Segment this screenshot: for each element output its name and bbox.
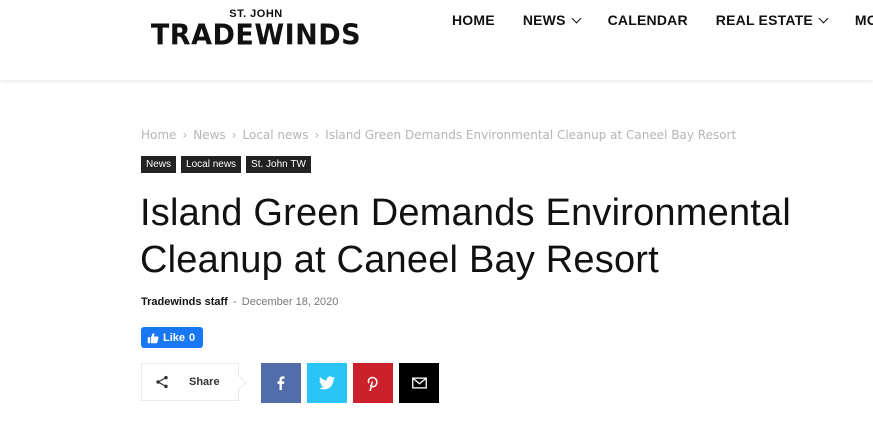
- article-page: Home › News › Local news › Island Green Demand…: [0, 80, 873, 428]
- share-icon: [156, 375, 168, 389]
- nav-item-more[interactable]: MOR: [841, 12, 873, 28]
- twitter-icon: [319, 376, 335, 390]
- breadcrumb-separator: ›: [182, 128, 188, 142]
- article-title-line2: Cleanup at Caneel Bay Resort: [140, 239, 659, 281]
- share-label: Share: [189, 376, 220, 388]
- article-title: Island Green Demands Environmental Clean…: [140, 190, 860, 284]
- share-twitter-button[interactable]: [307, 363, 347, 403]
- site-logo[interactable]: ST. JOHN TRADEWINDS: [147, 6, 365, 54]
- nav-item-calendar[interactable]: CALENDAR: [594, 12, 702, 28]
- breadcrumb-home[interactable]: Home: [141, 128, 176, 142]
- article-meta: Tradewinds staff - December 18, 2020: [141, 295, 338, 308]
- nav-item-label: CALENDAR: [607, 12, 688, 28]
- nav-item-label: MOR: [854, 12, 873, 28]
- breadcrumb-separator: ›: [314, 128, 320, 142]
- nav-item-label: HOME: [452, 12, 495, 28]
- share-facebook-button[interactable]: [261, 363, 301, 403]
- breadcrumb-current: Island Green Demands Environmental Clean…: [325, 128, 737, 142]
- facebook-like-button[interactable]: Like 0: [141, 327, 204, 348]
- nav-item-news[interactable]: NEWS: [509, 12, 594, 28]
- breadcrumb-news[interactable]: News: [193, 128, 225, 142]
- breadcrumb-separator: ›: [231, 128, 237, 142]
- category-tags: News Local news St. John TW: [141, 156, 311, 173]
- nav-item-real-estate[interactable]: REAL ESTATE: [702, 12, 841, 28]
- tag-st-john-tw[interactable]: St. John TW: [246, 156, 311, 173]
- like-count: 0: [189, 331, 196, 344]
- publish-date: December 18, 2020: [241, 296, 339, 308]
- like-label: Like: [163, 331, 186, 344]
- tag-news[interactable]: News: [141, 156, 177, 173]
- author-link[interactable]: Tradewinds staff: [141, 296, 228, 308]
- chevron-down-icon: [818, 13, 829, 23]
- logo-big-text: TRADEWINDS: [150, 19, 362, 52]
- meta-dash: -: [232, 295, 237, 308]
- thumbs-up-icon: [147, 332, 159, 343]
- nav-item-label: REAL ESTATE: [715, 12, 813, 28]
- pinterest-icon: [367, 376, 378, 391]
- tag-local-news[interactable]: Local news: [181, 156, 242, 173]
- breadcrumb-local-news[interactable]: Local news: [243, 128, 309, 142]
- article-title-line1: Island Green Demands Environmental: [140, 192, 792, 234]
- nav-item-label: NEWS: [522, 12, 566, 28]
- share-box[interactable]: Share: [141, 363, 239, 401]
- share-pinterest-button[interactable]: [353, 363, 393, 403]
- breadcrumb: Home › News › Local news › Island Green Demand…: [141, 128, 736, 142]
- facebook-icon: [277, 376, 285, 390]
- nav-item-home[interactable]: HOME: [438, 12, 509, 28]
- site-header: ST. JOHN TRADEWINDS HOME NEWS CALENDAR R…: [0, 0, 873, 80]
- share-email-button[interactable]: [399, 363, 439, 403]
- chevron-down-icon: [571, 13, 582, 23]
- main-nav: HOME NEWS CALENDAR REAL ESTATE MOR: [438, 0, 873, 40]
- email-icon: [411, 377, 427, 389]
- logo-small-text: ST. JOHN: [229, 8, 283, 20]
